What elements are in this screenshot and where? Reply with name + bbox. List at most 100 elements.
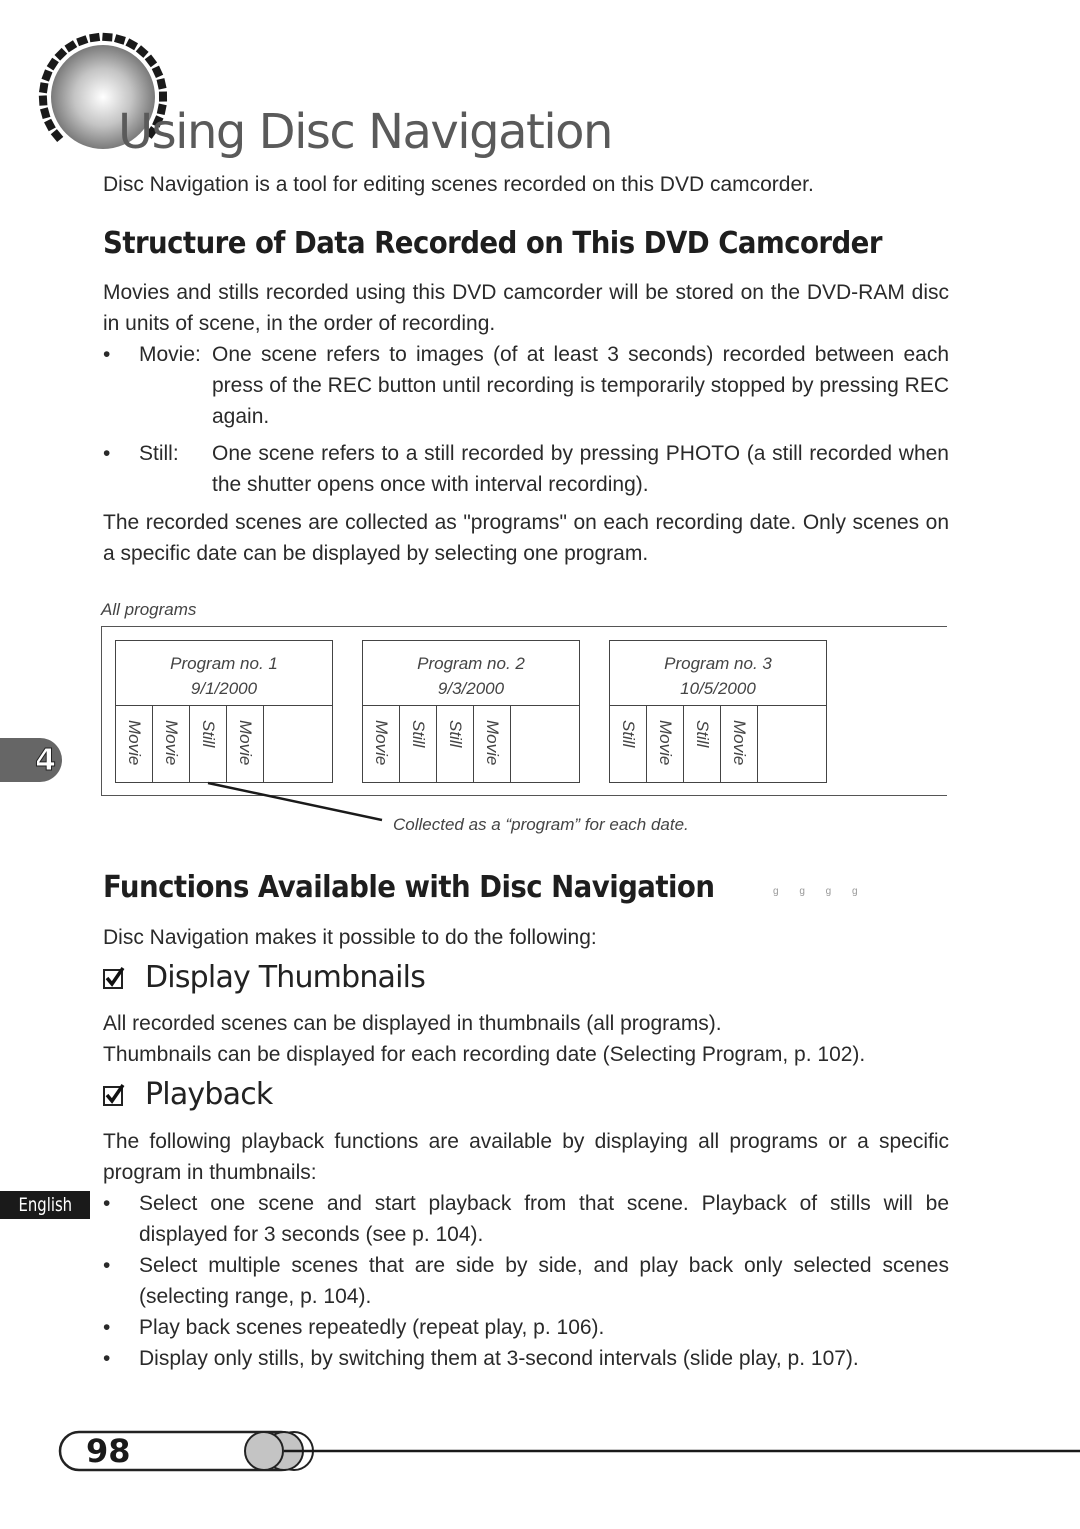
disc-dash	[114, 34, 126, 45]
scene-cell: Movie	[153, 706, 190, 782]
scene-cell-empty	[511, 706, 579, 782]
language-label: English	[18, 1194, 72, 1216]
disc-dash	[144, 54, 158, 68]
program-name: Program no. 2	[417, 654, 525, 673]
subheading-playback: Playback	[103, 1077, 273, 1112]
disc-dash	[44, 118, 56, 132]
disc-dash	[64, 40, 78, 53]
scene-type: Movie	[125, 720, 144, 766]
disc-dash	[76, 35, 89, 47]
definition-text: One scene refers to images (of at least …	[212, 343, 949, 428]
definition-movie: • Movie: One scene refers to images (of …	[103, 339, 949, 432]
bullet: •	[103, 1316, 111, 1339]
disc-dash	[125, 38, 139, 51]
section-heading-structure: Structure of Data Recorded on This DVD C…	[103, 226, 882, 261]
scene-type: Movie	[730, 720, 749, 766]
list-item-text: Display only stills, by switching them a…	[139, 1347, 859, 1370]
scene-cell-empty	[758, 706, 826, 782]
program-box: Program no. 2 9/3/2000 Movie Still Still…	[362, 640, 580, 783]
definition-term: Still:	[139, 442, 179, 465]
bullet: •	[103, 343, 111, 366]
page-title: Using Disc Navigation	[118, 104, 613, 160]
disc-dash	[135, 45, 149, 58]
subheading-label: Playback	[145, 1077, 273, 1112]
checkbox-checked-icon	[103, 966, 125, 989]
definition-text: One scene refers to a still recorded by …	[212, 442, 949, 496]
diagram-caption: Collected as a “program” for each date.	[393, 815, 689, 834]
chapter-tab: 4	[0, 738, 62, 782]
bullet: •	[103, 1254, 111, 1277]
list-item: • Play back scenes repeatedly (repeat pla…	[103, 1312, 949, 1343]
list-item-text: Select multiple scenes that are side by …	[139, 1254, 949, 1308]
list-item: • Select multiple scenes that are side by…	[103, 1250, 949, 1312]
scene-list: Movie Movie Still Movie	[116, 706, 332, 782]
scene-cell: Still	[610, 706, 647, 782]
disc-dash	[41, 69, 53, 82]
playback-intro: The following playback functions are ava…	[103, 1130, 949, 1184]
scene-cell: Movie	[721, 706, 758, 782]
scene-type: Movie	[372, 720, 391, 766]
disc-dash	[158, 91, 168, 102]
scene-list: Still Movie Still Movie	[610, 706, 826, 782]
program-name: Program no. 3	[664, 654, 772, 673]
list-item: • Display only stills, by switching them …	[103, 1343, 949, 1374]
page-number: 98	[86, 1432, 131, 1470]
scene-cell: Still	[684, 706, 721, 782]
bullet: •	[103, 442, 111, 465]
program-box: Program no. 3 10/5/2000 Still Movie Stil…	[609, 640, 827, 783]
program-header: Program no. 1 9/1/2000	[116, 641, 332, 706]
scene-type: Still	[446, 720, 465, 748]
scene-type: Movie	[483, 720, 502, 766]
section-heading-functions: Functions Available with Disc Navigation	[103, 870, 715, 905]
program-box: Program no. 1 9/1/2000 Movie Movie Still…	[115, 640, 333, 783]
definition-term: Movie:	[139, 343, 201, 366]
disc-dash	[46, 57, 59, 71]
disc-dash	[54, 47, 68, 61]
subheading-display-thumbnails: Display Thumbnails	[103, 960, 426, 995]
scene-cell: Movie	[474, 706, 511, 782]
scene-type: Still	[693, 720, 712, 748]
scene-type: Movie	[162, 720, 181, 766]
scene-cell: Still	[190, 706, 227, 782]
bullet: •	[103, 1347, 111, 1370]
disc-dash	[40, 107, 51, 120]
scene-type: Movie	[656, 720, 675, 766]
scene-cell: Still	[400, 706, 437, 782]
disc-dash	[38, 95, 48, 106]
playback-bullet-list: • Select one scene and start playback fro…	[103, 1188, 949, 1374]
structure-outro: The recorded scenes are collected as "pr…	[103, 511, 949, 565]
scene-list: Movie Still Still Movie	[363, 706, 579, 782]
program-header: Program no. 3 10/5/2000	[610, 641, 826, 706]
scene-cell: Still	[437, 706, 474, 782]
program-date: 9/3/2000	[437, 679, 505, 698]
list-item-text: Play back scenes repeatedly (repeat play…	[139, 1316, 605, 1339]
disc-dash	[89, 32, 101, 43]
disc-dash	[50, 129, 64, 142]
scene-type: Still	[199, 720, 218, 748]
list-item-text: Select one scene and start playback from…	[139, 1192, 949, 1246]
diagram-label: All programs	[101, 600, 197, 619]
program-header: Program no. 2 9/3/2000	[363, 641, 579, 706]
program-name: Program no. 1	[170, 654, 278, 673]
scene-type: Still	[409, 720, 428, 748]
disc-dash	[38, 82, 49, 94]
disc-dash	[151, 65, 164, 79]
program-date: 10/5/2000	[680, 679, 756, 698]
callout-line	[207, 781, 383, 822]
heading-marks: g g g g	[773, 886, 867, 897]
intro-text: Disc Navigation is a tool for editing sc…	[103, 173, 814, 196]
scene-cell: Movie	[647, 706, 684, 782]
chapter-number: 4	[35, 742, 57, 778]
scene-type: Movie	[236, 720, 255, 766]
definition-still: • Still: One scene refers to a still rec…	[103, 438, 949, 500]
scene-cell: Movie	[363, 706, 400, 782]
program-date: 9/1/2000	[190, 679, 258, 698]
language-tab: English	[0, 1191, 90, 1219]
scene-cell: Movie	[227, 706, 264, 782]
scene-type: Still	[619, 720, 638, 748]
display-line: All recorded scenes can be displayed in …	[103, 1012, 722, 1035]
bullet: •	[103, 1192, 111, 1215]
scene-cell: Movie	[116, 706, 153, 782]
page-number-bar	[58, 1430, 1080, 1472]
structure-intro: Movies and stills recorded using this DV…	[103, 281, 949, 335]
